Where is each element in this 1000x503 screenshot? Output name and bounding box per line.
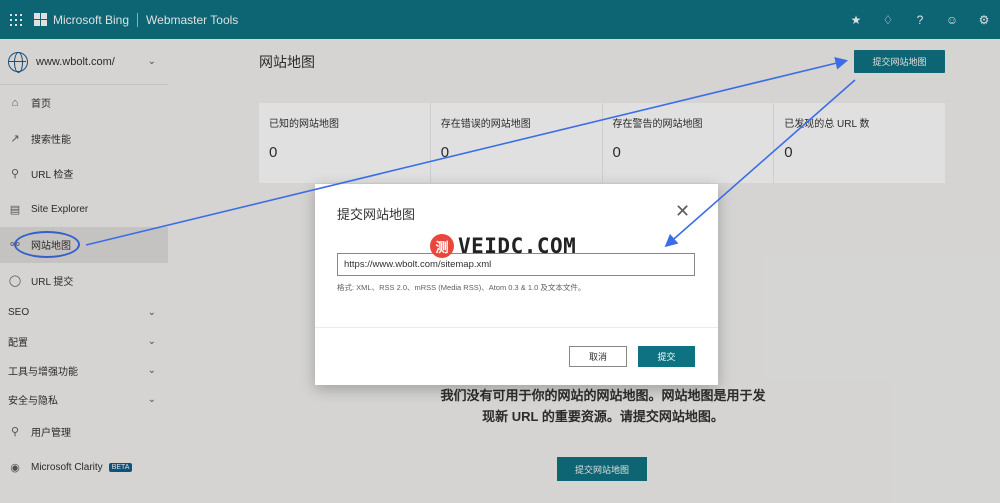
watermark: 测 VEIDC.COM: [430, 234, 576, 258]
dialog-title: 提交网站地图: [337, 207, 416, 222]
dialog-divider: [315, 327, 718, 328]
close-icon[interactable]: ✕: [675, 202, 690, 220]
submit-sitemap-dialog: 提交网站地图 ✕ 格式: XML、RSS 2.0、mRSS (Media RSS…: [315, 184, 718, 385]
submit-button[interactable]: 提交: [638, 346, 695, 367]
watermark-badge: 测: [430, 234, 454, 258]
watermark-text: VEIDC.COM: [458, 234, 577, 258]
cancel-button[interactable]: 取消: [569, 346, 627, 367]
format-hint: 格式: XML、RSS 2.0、mRSS (Media RSS)、Atom 0.…: [337, 283, 586, 292]
